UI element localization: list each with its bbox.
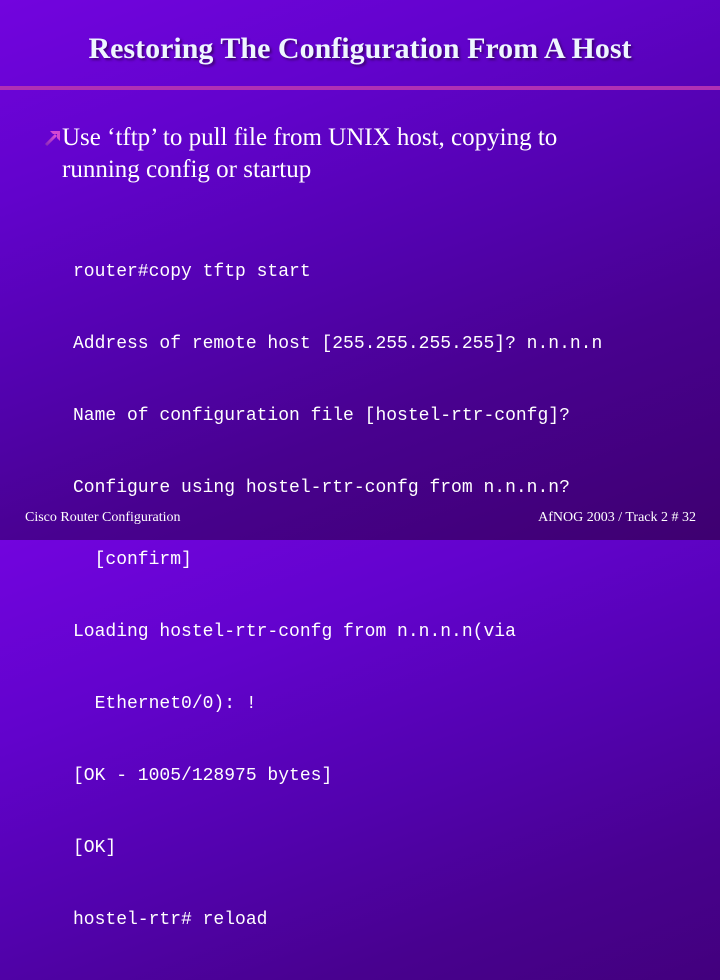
code-line: [OK] xyxy=(73,838,117,858)
code-line: Address of remote host [255.255.255.255]… xyxy=(73,334,603,354)
title-divider xyxy=(0,86,720,90)
code-line: Configure using hostel-rtr-confg from n.… xyxy=(73,478,570,498)
code-line: [OK - 1005/128975 bytes] xyxy=(73,766,333,786)
bullet-text: Use ‘tftp’ to pull file from UNIX host, … xyxy=(62,124,558,183)
footer-slide-number: AfNOG 2003 / Track 2 # 32 xyxy=(538,510,696,525)
code-line: Ethernet0/0): ! xyxy=(73,694,257,714)
code-line: [confirm] xyxy=(73,550,192,570)
code-line: router#copy tftp start xyxy=(73,262,311,282)
arrow-up-right-icon xyxy=(44,124,62,147)
slide-title: Restoring The Configuration From A Host xyxy=(88,32,632,65)
code-line: hostel-rtr# reload xyxy=(73,910,268,930)
bullet-item: Use ‘tftp’ to pull file from UNIX host, … xyxy=(44,122,684,186)
code-line: Name of configuration file [hostel-rtr-c… xyxy=(73,406,570,426)
slide: Restoring The Configuration From A Host … xyxy=(0,0,720,930)
footer-course-title: Cisco Router Configuration xyxy=(25,510,181,525)
code-block: router#copy tftp start Address of remote… xyxy=(73,212,602,980)
code-line: Loading hostel-rtr-confg from n.n.n.n(vi… xyxy=(73,622,516,642)
